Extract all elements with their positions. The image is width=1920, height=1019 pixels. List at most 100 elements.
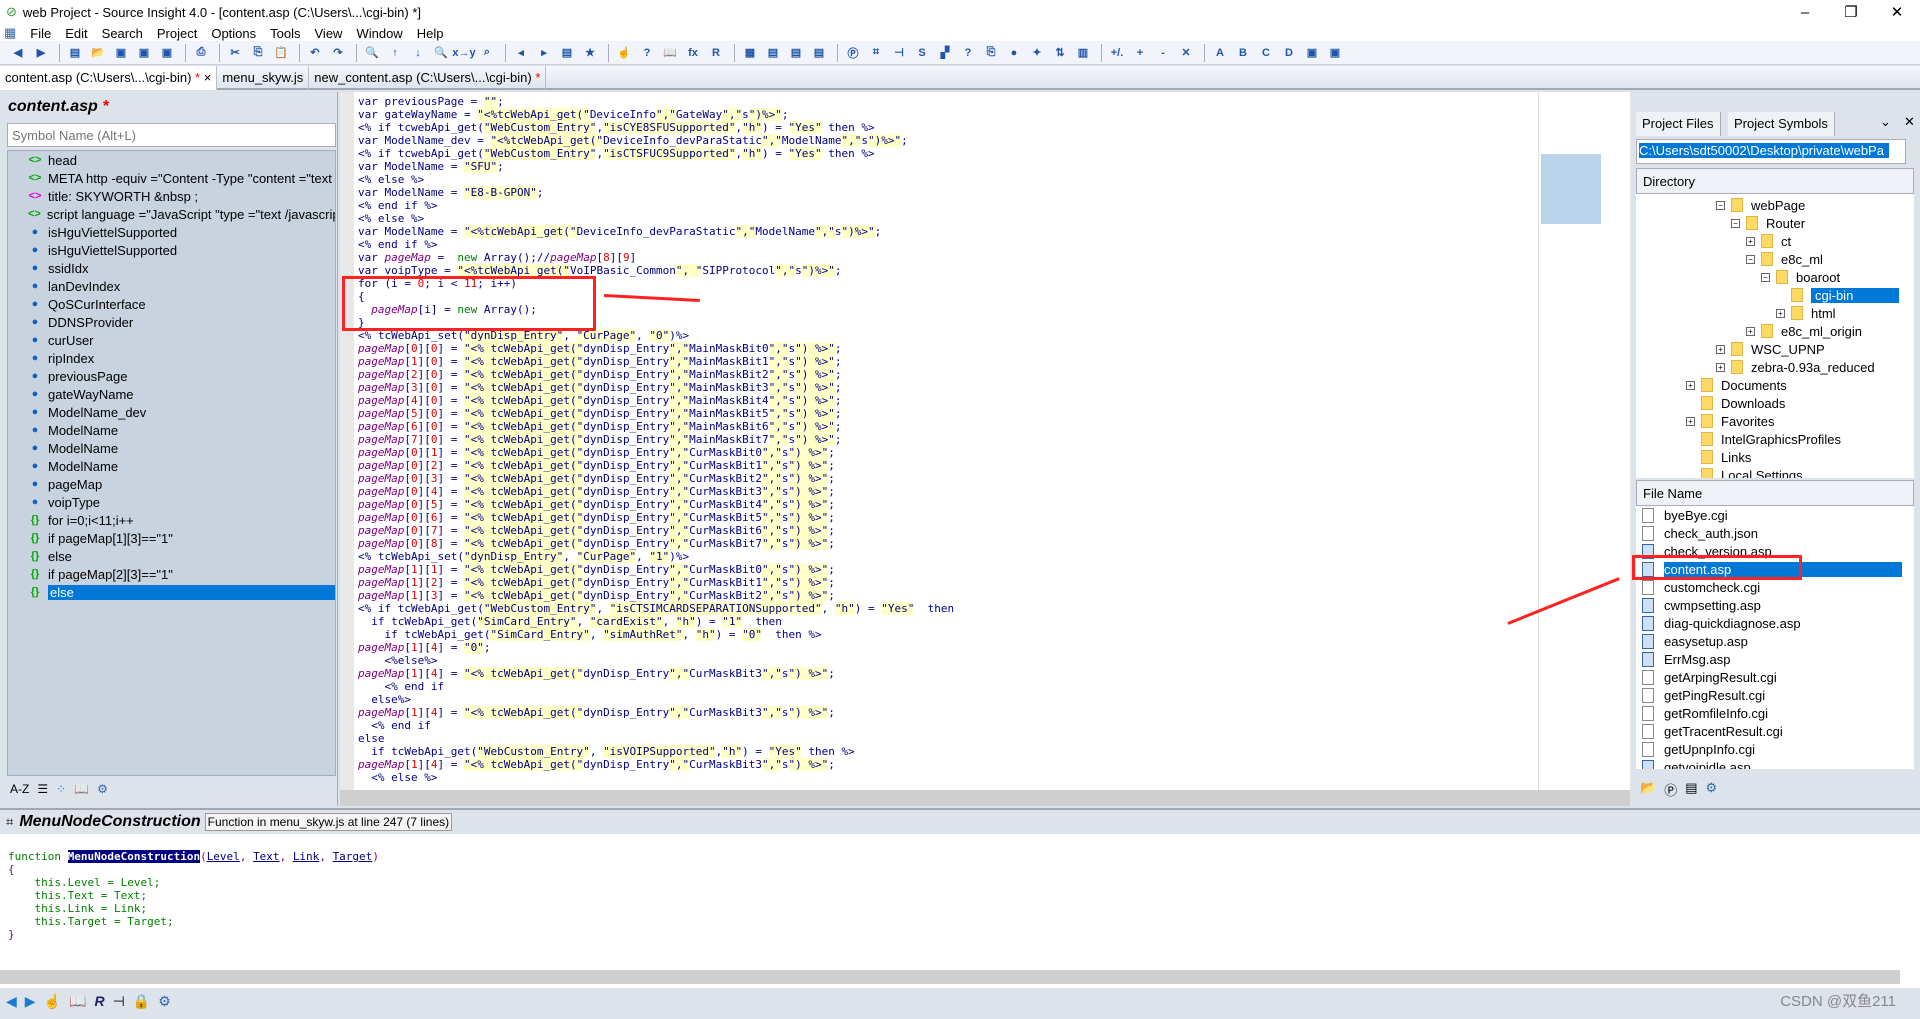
menu-help[interactable]: Help (417, 26, 444, 41)
symbol-item[interactable]: ● ModelName_dev (8, 403, 335, 421)
symbol-item[interactable]: <> script language ="JavaScript "type ="t… (8, 205, 335, 223)
file-item[interactable]: diag-quickdiagnose.asp (1636, 614, 1914, 632)
book-icon[interactable]: 📖 (74, 782, 89, 796)
expand-toggle-icon[interactable]: − (1716, 200, 1725, 210)
expand-toggle-icon[interactable]: − (1731, 218, 1740, 228)
toolbar-button-44-icon[interactable]: S (912, 44, 932, 62)
menu-search[interactable]: Search (102, 26, 143, 41)
toolbar-button-3-icon[interactable]: ▤ (65, 44, 85, 62)
symbol-item[interactable]: ● ripIndex (8, 349, 335, 367)
toolbar-button-12-icon[interactable]: ⎘ (248, 44, 268, 62)
file-item[interactable]: getvoipidle.asp (1636, 758, 1914, 769)
code-text[interactable]: var previousPage = ""; var gateWayName = … (358, 95, 954, 784)
maximize-button[interactable]: ❐ (1828, 0, 1874, 24)
toolbar-button-37-icon[interactable]: ▤ (763, 44, 783, 62)
toolbar-button-49-icon[interactable]: ✦ (1027, 44, 1047, 62)
menu-file[interactable]: File (30, 26, 51, 41)
symbol-item[interactable]: ● ModelName (8, 421, 335, 439)
symbol-item[interactable]: ● isHguViettelSupported (8, 241, 335, 259)
minimap-viewport[interactable] (1541, 154, 1601, 224)
symbol-item[interactable]: ● gateWayName (8, 385, 335, 403)
file-item[interactable]: customcheck.cgi (1636, 578, 1914, 596)
toolbar-button-48-icon[interactable]: ● (1004, 44, 1024, 62)
tab-menu-skyw-js[interactable]: menu_skyw.js (217, 66, 310, 90)
toolbar-button-0-icon[interactable]: ◀ (8, 44, 28, 62)
toolbar-button-46-icon[interactable]: ? (958, 44, 978, 62)
toolbar-button-34-icon[interactable]: R (706, 44, 726, 62)
toolbar-button-19-icon[interactable]: ↑ (385, 44, 405, 62)
directory-item[interactable]: + html (1776, 304, 1836, 322)
minimap[interactable] (1538, 92, 1630, 790)
tab-new-content-asp[interactable]: new_content.asp (C:\Users\...\cgi-bin) * (309, 66, 547, 90)
close-button[interactable]: ✕ (1874, 0, 1920, 24)
toolbar-button-36-icon[interactable]: ▦ (740, 44, 760, 62)
open-folder-icon[interactable]: 📂 (1640, 780, 1656, 799)
lock-icon[interactable]: 🔒 (133, 993, 150, 1010)
menu-view[interactable]: View (315, 26, 343, 41)
toolbar-button-31-icon[interactable]: ? (637, 44, 657, 62)
directory-item[interactable]: + e8c_ml_origin (1746, 322, 1862, 340)
file-item[interactable]: check_auth.json (1636, 524, 1914, 542)
toolbar-button-58-icon[interactable]: A (1210, 44, 1230, 62)
symbol-item[interactable]: <> title: SKYWORTH &nbsp ; (8, 187, 335, 205)
list-icon[interactable]: ☰ (37, 782, 48, 796)
symbol-item[interactable]: {} else (8, 583, 335, 601)
symbol-item[interactable]: <> head (8, 151, 335, 169)
toolbar-button-25-icon[interactable]: ◂ (511, 44, 531, 62)
toolbar-button-42-icon[interactable]: ⌗ (866, 44, 886, 62)
directory-item[interactable]: + zebra-0.93a_reduced (1716, 358, 1875, 376)
gear-icon[interactable]: ⚙ (1706, 780, 1718, 799)
list-icon[interactable]: ▤ (1685, 780, 1697, 799)
toolbar-button-59-icon[interactable]: B (1233, 44, 1253, 62)
tabs-dropdown-icon[interactable]: ⌄ (1880, 114, 1891, 130)
menu-options[interactable]: Options (211, 26, 256, 41)
directory-item[interactable]: − webPage (1716, 196, 1805, 214)
project-icon[interactable]: Ⓟ (1664, 780, 1677, 799)
symbol-item[interactable]: {} if pageMap[1][3]=="1" (8, 529, 335, 547)
symbol-item[interactable]: ● previousPage (8, 367, 335, 385)
toolbar-button-33-icon[interactable]: fx (683, 44, 703, 62)
toolbar-button-45-icon[interactable]: ▞ (935, 44, 955, 62)
menu-tools[interactable]: Tools (270, 26, 300, 41)
toolbar-button-20-icon[interactable]: ↓ (408, 44, 428, 62)
toolbar-button-62-icon[interactable]: ▣ (1302, 44, 1322, 62)
symbol-item[interactable]: ● ModelName (8, 439, 335, 457)
tab-content-asp[interactable]: content.asp (C:\Users\...\cgi-bin) * × (0, 66, 218, 90)
toolbar-button-7-icon[interactable]: ▣ (157, 44, 177, 62)
expand-toggle-icon[interactable]: + (1686, 380, 1695, 390)
close-panel-icon[interactable]: ✕ (1904, 114, 1915, 130)
toolbar-button-54-icon[interactable]: + (1130, 44, 1150, 62)
symbol-item[interactable]: ● QoSCurInterface (8, 295, 335, 313)
expand-toggle-icon[interactable]: + (1686, 416, 1695, 426)
symbol-item[interactable]: ● ssidIdx (8, 259, 335, 277)
context-horizontal-scrollbar[interactable] (0, 970, 1900, 984)
toolbar-button-28-icon[interactable]: ★ (580, 44, 600, 62)
expand-toggle-icon[interactable]: + (1746, 236, 1755, 246)
expand-toggle-icon[interactable]: + (1716, 362, 1725, 372)
menu-icon[interactable]: ▦ (4, 25, 16, 41)
book-icon[interactable]: 📖 (69, 993, 86, 1010)
toolbar-button-16-icon[interactable]: ↷ (328, 44, 348, 62)
toolbar-button-18-icon[interactable]: 🔍 (362, 44, 382, 62)
toolbar-button-15-icon[interactable]: ↶ (305, 44, 325, 62)
code-editor[interactable]: var previousPage = ""; var gateWayName = … (340, 92, 1538, 790)
gear-icon[interactable]: ⚙ (158, 993, 171, 1010)
directory-item[interactable]: Links (1686, 448, 1751, 466)
toolbar-button-11-icon[interactable]: ✂ (225, 44, 245, 62)
function-name[interactable]: MenuNodeConstruction (67, 850, 201, 863)
directory-item[interactable]: − boaroot (1761, 268, 1840, 286)
file-item[interactable]: getUpnpInfo.cgi (1636, 740, 1914, 758)
symbol-item[interactable]: {} for i=0;i<11;i++ (8, 511, 335, 529)
file-item[interactable]: ErrMsg.asp (1636, 650, 1914, 668)
toolbar-button-43-icon[interactable]: ⊣ (889, 44, 909, 62)
jump-icon[interactable]: ☝ (44, 993, 61, 1010)
directory-header[interactable]: Directory (1636, 168, 1914, 194)
minimize-button[interactable]: – (1782, 0, 1828, 24)
toolbar-button-39-icon[interactable]: ▤ (809, 44, 829, 62)
file-item[interactable]: getTracentResult.cgi (1636, 722, 1914, 740)
toolbar-button-41-icon[interactable]: Ⓟ (843, 44, 863, 62)
toolbar-button-47-icon[interactable]: ⎘ (981, 44, 1001, 62)
symbol-search-input[interactable] (7, 123, 336, 147)
file-name-header[interactable]: File Name (1636, 480, 1914, 506)
toolbar-button-13-icon[interactable]: 📋 (271, 44, 291, 62)
